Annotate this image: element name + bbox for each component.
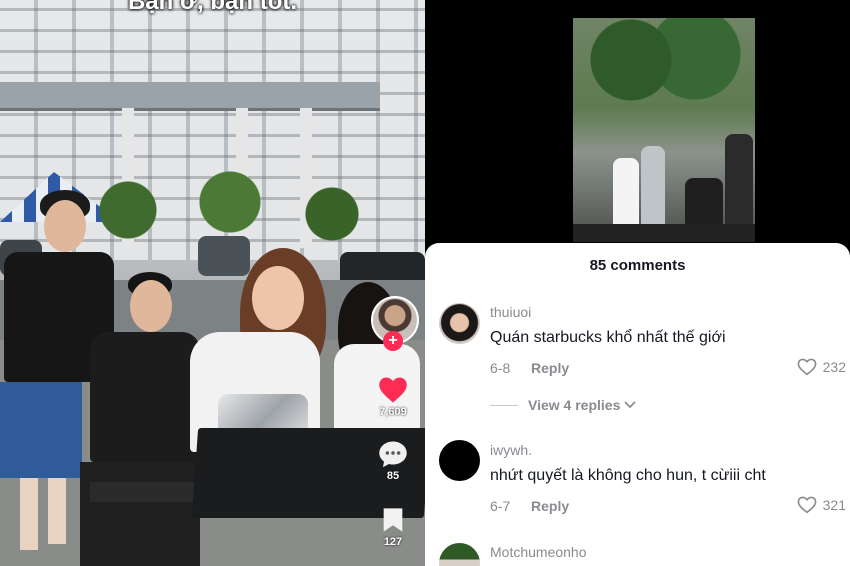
comment-date: 6-8 [490,360,511,376]
comment-text: Quán starbucks khổ nhất thế giới [490,329,726,346]
entrance-canopy [0,82,380,111]
heart-icon [379,377,407,403]
save-button[interactable]: 127 [370,506,416,548]
comment-bubble-icon [379,441,407,468]
face [130,280,172,332]
denim-shorts [0,382,82,478]
face [44,200,86,252]
person-white-shirt [190,248,340,566]
commenter-username[interactable]: Motchumeonho [490,544,587,560]
comment-count: 85 [386,470,400,482]
save-count: 127 [383,536,403,548]
commenter-avatar[interactable] [439,440,480,481]
video-frame[interactable]: Bạn ơ, bạn tốt. + 7,609 85 127 [0,0,425,566]
comments-sheet: 85 comments thuiuoi Quán starbucks khổ n… [425,243,850,566]
view-replies-label: View 4 replies [528,397,621,413]
view-replies-button[interactable]: View 4 replies [490,397,637,413]
black-jacket [90,332,200,462]
commenter-avatar[interactable] [439,543,480,566]
video-caption-overlay: Bạn ơ, bạn tốt. [127,0,298,15]
chairs [573,224,755,242]
comment-like-count: 321 [822,497,846,513]
figure-white [613,158,639,234]
trees [583,18,743,138]
reply-button[interactable]: Reply [531,498,569,514]
video-thumbnail[interactable] [573,18,755,242]
comment-like-button[interactable]: 321 [797,496,846,514]
face [252,266,304,330]
comments-count-title: 85 comments [589,257,686,274]
commenter-username[interactable]: iwywh. [490,442,532,458]
commenter-username[interactable]: thuiuoi [490,304,531,320]
divider-line [490,404,518,406]
chevron-down-icon [624,401,636,409]
like-count: 7,609 [379,406,407,418]
reply-button[interactable]: Reply [531,360,569,376]
bookmark-icon [383,508,403,532]
comment-text: nhứt quyết là không cho hun, t cừiii cht [490,467,766,484]
comment-date: 6-7 [490,498,511,514]
comment-like-button[interactable]: 232 [797,358,846,376]
like-button[interactable]: 7,609 [370,376,416,418]
heart-outline-icon [797,358,817,376]
leg [20,478,38,550]
commenter-avatar[interactable] [439,303,480,344]
comment-like-count: 232 [822,359,846,375]
comment-button[interactable]: 85 [370,440,416,482]
comments-view: 85 comments thuiuoi Quán starbucks khổ n… [425,0,850,566]
leg [48,478,66,544]
heart-outline-icon [797,496,817,514]
black-pants [80,462,200,566]
follow-button[interactable]: + [383,331,403,351]
